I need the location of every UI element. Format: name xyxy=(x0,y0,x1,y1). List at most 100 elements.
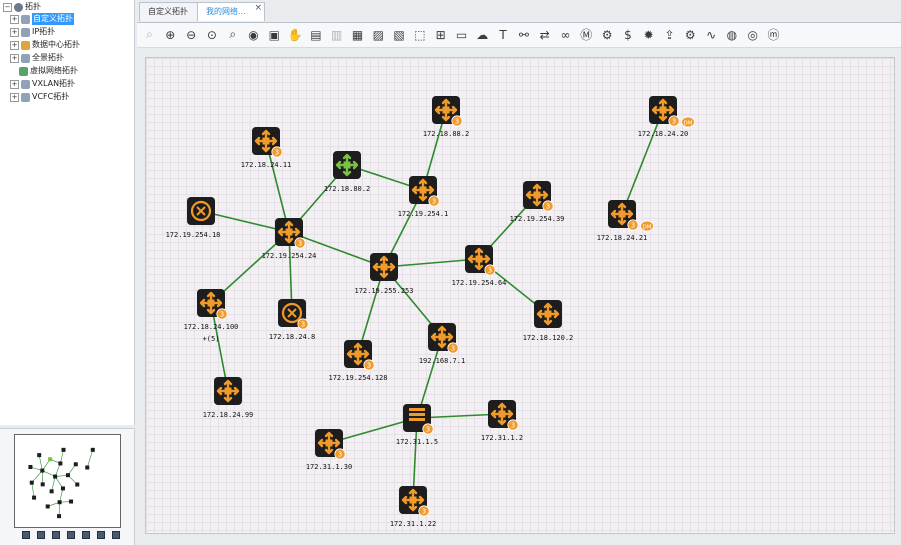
fullscreen-icon[interactable]: ▣ xyxy=(266,26,283,43)
device-node[interactable]: 3 xyxy=(315,429,345,459)
alarm-count: 3 xyxy=(488,267,492,275)
zoom-in-icon[interactable]: ⊕ xyxy=(162,26,179,43)
device-node[interactable]: 3 xyxy=(409,176,439,206)
tree-item[interactable]: 虚拟网络拓扑 xyxy=(10,65,78,77)
alarm-count: 3 xyxy=(301,321,305,329)
picture-icon[interactable]: ▨ xyxy=(370,26,387,43)
text-icon[interactable]: T xyxy=(495,26,512,43)
tab-my-network[interactable]: 我的网络... × xyxy=(197,2,265,21)
minimap-viewport[interactable] xyxy=(14,434,121,528)
device-node[interactable]: 3 xyxy=(403,404,433,434)
link-icon[interactable]: ⚯ xyxy=(515,26,532,43)
device-label: 172.31.1.2 xyxy=(481,434,523,442)
edit-image-icon[interactable]: ▥ xyxy=(328,26,345,43)
ms-gear-icon[interactable]: ⚙ xyxy=(599,26,616,43)
close-icon[interactable]: × xyxy=(254,0,262,17)
tree-item[interactable]: +全景拓扑 xyxy=(10,52,64,64)
device-label: 172.18.88.2 xyxy=(423,130,469,138)
device-node[interactable] xyxy=(187,197,215,225)
tree-root[interactable]: − 拓扑 xyxy=(3,1,41,13)
device-node[interactable]: 3 xyxy=(278,299,308,329)
export-icon[interactable]: ⇪ xyxy=(661,26,678,43)
help-icon[interactable]: ⓜ xyxy=(765,26,782,43)
device-node[interactable] xyxy=(370,253,398,281)
expand-icon[interactable] xyxy=(10,68,17,75)
network-icon xyxy=(14,3,23,12)
flow-icon[interactable]: ⇄ xyxy=(536,26,553,43)
minimap-button[interactable] xyxy=(97,531,105,539)
topology-icon[interactable]: ⊞ xyxy=(432,26,449,43)
gear-icon[interactable]: ✹ xyxy=(640,26,657,43)
device-node[interactable] xyxy=(214,377,242,405)
monitor-icon[interactable]: ◍ xyxy=(723,26,740,43)
device-node[interactable]: 3 xyxy=(465,245,495,275)
collapse-icon[interactable]: − xyxy=(3,3,12,12)
device-node[interactable]: 3 xyxy=(252,127,282,157)
expand-icon[interactable]: + xyxy=(10,41,19,50)
fit-icon[interactable]: ⌕ xyxy=(141,26,158,43)
device-add-icon[interactable]: ▭ xyxy=(453,26,470,43)
link-line[interactable] xyxy=(384,259,479,267)
link-line[interactable] xyxy=(622,110,663,214)
device-node[interactable]: 3DM xyxy=(608,200,654,231)
device-node[interactable]: 3 xyxy=(432,96,462,126)
device-node[interactable]: 3 xyxy=(523,181,553,211)
device-node[interactable]: 3 xyxy=(488,400,518,430)
topology-canvas[interactable]: 3172.18.88.23DM172.18.24.203172.18.24.11… xyxy=(145,57,895,534)
dm-label: DM xyxy=(643,225,652,231)
zoom-out-icon[interactable]: ⊖ xyxy=(183,26,200,43)
expand-icon[interactable]: + xyxy=(10,80,19,89)
link-line[interactable] xyxy=(289,232,384,267)
tree-item[interactable]: +VXLAN拓扑 xyxy=(10,78,75,90)
device-node[interactable] xyxy=(333,151,361,179)
dollar-icon[interactable]: $ xyxy=(619,26,636,43)
more-devices-label[interactable]: +(5) xyxy=(203,335,220,343)
select-icon[interactable]: ⬚ xyxy=(411,26,428,43)
minimap-button[interactable] xyxy=(22,531,30,539)
minimap-node xyxy=(75,483,79,487)
topology-graph[interactable]: 3172.18.88.23DM172.18.24.203172.18.24.11… xyxy=(146,58,894,533)
minimap-button[interactable] xyxy=(37,531,45,539)
minimap-link xyxy=(39,455,42,470)
zoom-fit-icon[interactable]: ⊙ xyxy=(203,26,220,43)
tree-item[interactable]: +自定义拓扑 xyxy=(10,13,74,25)
topology-icon xyxy=(21,28,30,37)
device-node[interactable]: 3DM xyxy=(649,96,695,127)
cloud-icon[interactable]: ☁ xyxy=(474,26,491,43)
minimap-node xyxy=(37,453,41,457)
globe-icon[interactable]: ◎ xyxy=(744,26,761,43)
network-icon[interactable]: ∿ xyxy=(703,26,720,43)
expand-icon[interactable]: + xyxy=(10,28,19,37)
expand-icon[interactable]: + xyxy=(10,15,19,24)
minimap-link xyxy=(60,450,63,464)
search-icon[interactable]: ⌕ xyxy=(224,26,241,43)
alarm-count: 3 xyxy=(338,451,342,459)
device-node[interactable] xyxy=(534,300,562,328)
tree-item[interactable]: +VCFC拓扑 xyxy=(10,91,69,103)
device-node[interactable]: 3 xyxy=(197,289,227,319)
eye-icon[interactable]: ◉ xyxy=(245,26,262,43)
add-image-icon[interactable]: ▤ xyxy=(307,26,324,43)
device-node[interactable]: 3 xyxy=(399,486,429,516)
minimap-button[interactable] xyxy=(82,531,90,539)
device-node[interactable]: 3 xyxy=(428,323,458,353)
tree-item-label: 数据中心拓扑 xyxy=(32,39,80,51)
save-icon[interactable]: ▦ xyxy=(349,26,366,43)
device-node[interactable]: 3 xyxy=(275,218,305,248)
ms-tr-icon[interactable]: Ⓜ xyxy=(578,26,595,43)
minimap-button[interactable] xyxy=(112,531,120,539)
topology-icon xyxy=(19,67,28,76)
layers-icon[interactable]: ▧ xyxy=(391,26,408,43)
tree-item[interactable]: + 数据中心拓扑 xyxy=(10,39,80,51)
minimap-button[interactable] xyxy=(67,531,75,539)
expand-icon[interactable]: + xyxy=(10,54,19,63)
minimap-node xyxy=(28,465,32,469)
device-label: 172.19.254.24 xyxy=(262,252,317,260)
hand-icon[interactable]: ✋ xyxy=(287,26,304,43)
expand-icon[interactable]: + xyxy=(10,93,19,102)
settings-icon[interactable]: ⚙ xyxy=(682,26,699,43)
tree-item[interactable]: +IP拓扑 xyxy=(10,26,55,38)
minimap-button[interactable] xyxy=(52,531,60,539)
binoculars-icon[interactable]: ∞ xyxy=(557,26,574,43)
device-node[interactable]: 3 xyxy=(344,340,374,370)
